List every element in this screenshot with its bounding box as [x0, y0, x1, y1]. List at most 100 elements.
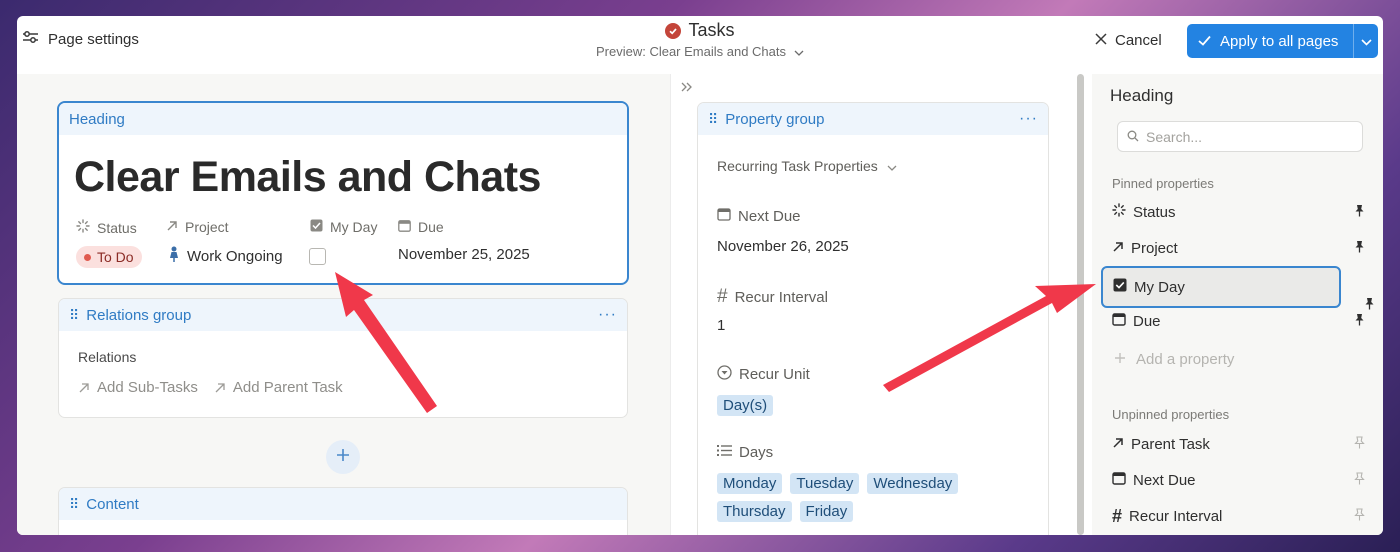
status-label: Status [97, 219, 137, 236]
add-sub-tasks-link[interactable]: Add Sub-Tasks [78, 379, 198, 396]
collapse-panel-icon[interactable] [680, 80, 694, 98]
status-property-label[interactable]: Status [76, 219, 137, 236]
add-sub-tasks-label: Add Sub-Tasks [97, 379, 198, 396]
add-parent-task-link[interactable]: Add Parent Task [214, 379, 343, 396]
panel-divider [670, 74, 671, 535]
apply-options-button[interactable] [1354, 24, 1378, 58]
status-value[interactable]: To Do [76, 246, 142, 268]
status-icon [76, 219, 90, 236]
top-bar: Page settings Tasks Preview: Clear Email… [17, 16, 1383, 74]
unpinned-item-label: Recur Interval [1129, 507, 1223, 525]
pin-icon[interactable] [1354, 204, 1365, 221]
drag-handle-icon[interactable]: ⠿ [69, 307, 79, 324]
heading-block-label: Heading [69, 110, 125, 128]
checkmark-icon [1198, 33, 1211, 50]
hash-icon: # [1112, 505, 1123, 526]
my-day-property-label[interactable]: My Day [310, 219, 377, 235]
pin-outline-icon[interactable] [1354, 435, 1365, 453]
chevron-down-icon [794, 44, 804, 59]
drag-handle-icon[interactable]: ⠿ [708, 111, 718, 128]
heading-block[interactable]: Heading Clear Emails and Chats Status Pr… [57, 101, 629, 285]
relations-links: Add Sub-Tasks Add Parent Task [78, 379, 627, 396]
content-block[interactable]: ⠿ Content [58, 487, 628, 535]
more-options-icon[interactable]: ··· [1019, 110, 1038, 128]
days-label-row[interactable]: Days [717, 444, 773, 461]
unpinned-item-next-due[interactable]: Next Due [1101, 462, 1376, 498]
checkbox-icon [310, 219, 323, 235]
project-property-label[interactable]: Project [166, 219, 229, 235]
due-label: Due [418, 219, 444, 235]
checkbox-icon [1113, 278, 1127, 296]
pin-outline-icon[interactable] [1354, 507, 1365, 525]
recur-interval-value[interactable]: 1 [717, 317, 725, 334]
relations-group-label: Relations group [86, 306, 192, 324]
status-pill-label: To Do [97, 249, 134, 265]
recur-unit-label-row[interactable]: Recur Unit [717, 365, 810, 384]
apply-to-all-pages-button[interactable]: Apply to all pages [1187, 24, 1353, 58]
sidebar-heading: Heading [1110, 86, 1174, 105]
project-value[interactable]: Work Ongoing [168, 246, 283, 267]
checkbox-empty-icon [309, 248, 326, 265]
preview-selector[interactable]: Preview: Clear Emails and Chats [17, 44, 1383, 59]
unpinned-section-label: Unpinned properties [1112, 407, 1230, 422]
unpinned-item-recur-interval[interactable]: # Recur Interval [1101, 498, 1376, 534]
pinned-item-my-day[interactable]: My Day [1101, 266, 1341, 308]
relations-group-block[interactable]: ⠿ Relations group ··· Relations Add Sub-… [58, 298, 628, 418]
day-tag: Tuesday [790, 473, 860, 494]
property-search-input[interactable]: Search... [1117, 121, 1363, 152]
relations-group-header: ⠿ Relations group ··· [59, 299, 627, 331]
heading-property-values: To Do Work Ongoing November 25, 2025 [76, 246, 616, 270]
page-title: Tasks [688, 20, 735, 40]
search-icon [1127, 129, 1139, 145]
unpinned-item-parent-task[interactable]: Parent Task [1101, 426, 1376, 462]
my-day-checkbox[interactable] [309, 248, 326, 265]
due-property-label[interactable]: Due [398, 219, 444, 235]
recurring-section-toggle[interactable]: Recurring Task Properties [717, 158, 897, 174]
drag-handle-icon[interactable]: ⠿ [69, 496, 79, 513]
next-due-value[interactable]: November 26, 2025 [717, 238, 849, 255]
recurring-section-label: Recurring Task Properties [717, 158, 878, 174]
recur-unit-tag: Day(s) [717, 395, 774, 416]
list-icon [717, 444, 732, 461]
property-group-block[interactable]: ⠿ Property group ··· Recurring Task Prop… [697, 102, 1049, 535]
heading-block-header: Heading [59, 103, 627, 135]
pinned-item-label: My Day [1134, 278, 1185, 296]
add-parent-task-label: Add Parent Task [232, 379, 343, 396]
day-tag: Friday [799, 501, 854, 522]
recur-interval-label: Recur Interval [734, 288, 828, 306]
plus-icon [336, 448, 350, 467]
search-placeholder: Search... [1146, 128, 1203, 145]
add-property-button[interactable]: Add a property [1114, 351, 1234, 368]
status-icon [1112, 203, 1126, 221]
status-pill: To Do [76, 246, 142, 268]
days-tags-row-1[interactable]: Monday Tuesday Wednesday [717, 473, 959, 494]
day-tag: Thursday [717, 501, 792, 522]
apply-all-button-group: Apply to all pages [1187, 24, 1378, 58]
pin-icon[interactable] [1354, 240, 1365, 257]
pinned-item-project[interactable]: Project [1101, 230, 1376, 266]
arrow-up-right-icon [166, 219, 178, 235]
close-icon [1095, 32, 1107, 49]
title-area: Tasks Preview: Clear Emails and Chats [17, 20, 1383, 59]
pinned-item-due[interactable]: Due [1101, 303, 1376, 339]
due-value-label: November 25, 2025 [398, 246, 530, 263]
recur-unit-value[interactable]: Day(s) [717, 395, 774, 416]
due-value[interactable]: November 25, 2025 [398, 246, 530, 263]
property-group-header: ⠿ Property group ··· [698, 103, 1048, 135]
days-tags-row-2[interactable]: Thursday Friday [717, 501, 854, 522]
arrow-up-right-icon [1112, 240, 1124, 257]
chevron-down-icon [1360, 33, 1372, 50]
pin-icon[interactable] [1354, 313, 1365, 330]
preview-label: Preview: Clear Emails and Chats [595, 44, 787, 59]
pinned-item-status[interactable]: Status [1101, 194, 1376, 230]
pin-outline-icon[interactable] [1354, 471, 1365, 489]
cancel-button[interactable]: Cancel [1095, 32, 1162, 49]
apply-label: Apply to all pages [1220, 32, 1339, 50]
more-options-icon[interactable]: ··· [598, 306, 617, 324]
next-due-label-row[interactable]: Next Due [717, 207, 801, 225]
scrollbar-thumb[interactable] [1077, 74, 1084, 535]
property-group-label: Property group [725, 110, 825, 128]
recur-interval-label-row[interactable]: # Recur Interval [717, 286, 828, 308]
plus-icon [1114, 351, 1126, 368]
add-block-button[interactable] [326, 440, 360, 474]
